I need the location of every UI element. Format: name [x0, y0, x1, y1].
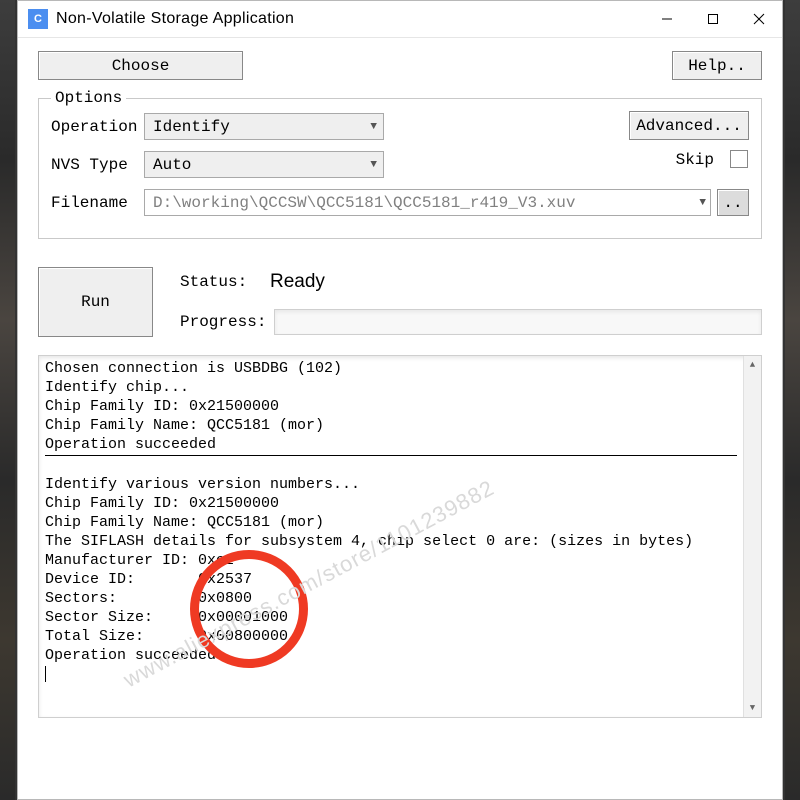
maximize-icon — [707, 13, 719, 25]
text-caret — [45, 666, 46, 682]
filename-row: Filename D:\working\QCCSW\QCC5181\QCC518… — [51, 189, 749, 216]
app-window: C Non-Volatile Storage Application Choos… — [17, 0, 783, 800]
app-icon-letter: C — [34, 13, 42, 25]
options-legend: Options — [51, 89, 126, 107]
log-block-1: Chosen connection is USBDBG (102) Identi… — [45, 360, 342, 453]
background-sliver-right — [785, 0, 800, 800]
status-label: Status: — [180, 273, 270, 291]
scroll-down-icon[interactable]: ▼ — [744, 699, 761, 717]
background-sliver-left — [0, 0, 15, 800]
minimize-icon — [661, 13, 673, 25]
run-row: Run Status: Ready Progress: — [38, 267, 762, 337]
title-bar: C Non-Volatile Storage Application — [18, 1, 782, 38]
log-panel: Chosen connection is USBDBG (102) Identi… — [38, 355, 762, 718]
progress-line: Progress: — [180, 307, 762, 337]
nvs-type-value: Auto — [153, 156, 191, 174]
nvs-type-select[interactable]: Auto ▼ — [144, 151, 384, 178]
nvs-row: NVS Type Auto ▼ — [51, 151, 749, 178]
chevron-down-icon: ▼ — [370, 121, 377, 133]
filename-label: Filename — [51, 194, 144, 212]
help-button[interactable]: Help.. — [672, 51, 762, 80]
maximize-button[interactable] — [690, 1, 736, 38]
skip-checkbox[interactable] — [730, 150, 748, 168]
options-fieldset: Options Operation Identify ▼ Advanced...… — [38, 98, 762, 239]
top-button-row: Choose Help.. — [38, 51, 762, 80]
scroll-up-icon[interactable]: ▲ — [744, 356, 761, 374]
skip-label: Skip — [676, 151, 714, 169]
filename-value: D:\working\QCCSW\QCC5181\QCC5181_r419_V3… — [153, 194, 575, 212]
run-button[interactable]: Run — [38, 267, 153, 337]
nvs-type-label: NVS Type — [51, 156, 144, 174]
filename-input[interactable]: D:\working\QCCSW\QCC5181\QCC5181_r419_V3… — [144, 189, 711, 216]
log-block-2: Identify various version numbers... Chip… — [45, 476, 693, 664]
log-text[interactable]: Chosen connection is USBDBG (102) Identi… — [39, 356, 743, 717]
progress-label: Progress: — [180, 313, 270, 331]
operation-select[interactable]: Identify ▼ — [144, 113, 384, 140]
chevron-down-icon: ▼ — [699, 197, 706, 209]
advanced-button[interactable]: Advanced... — [629, 111, 749, 140]
log-scrollbar[interactable]: ▲ ▼ — [743, 356, 761, 717]
client-area: Choose Help.. Options Operation Identify… — [18, 38, 782, 726]
operation-value: Identify — [153, 118, 230, 136]
choose-button[interactable]: Choose — [38, 51, 243, 80]
minimize-button[interactable] — [644, 1, 690, 38]
progress-bar — [274, 309, 762, 335]
status-block: Status: Ready Progress: — [180, 267, 762, 337]
log-divider — [45, 455, 737, 456]
browse-button[interactable]: .. — [717, 189, 749, 216]
close-button[interactable] — [736, 1, 782, 38]
close-icon — [753, 13, 765, 25]
operation-label: Operation — [51, 118, 144, 136]
status-line: Status: Ready — [180, 267, 762, 297]
app-icon: C — [28, 9, 48, 29]
chevron-down-icon: ▼ — [370, 159, 377, 171]
status-value: Ready — [270, 271, 325, 293]
window-title: Non-Volatile Storage Application — [56, 10, 644, 28]
